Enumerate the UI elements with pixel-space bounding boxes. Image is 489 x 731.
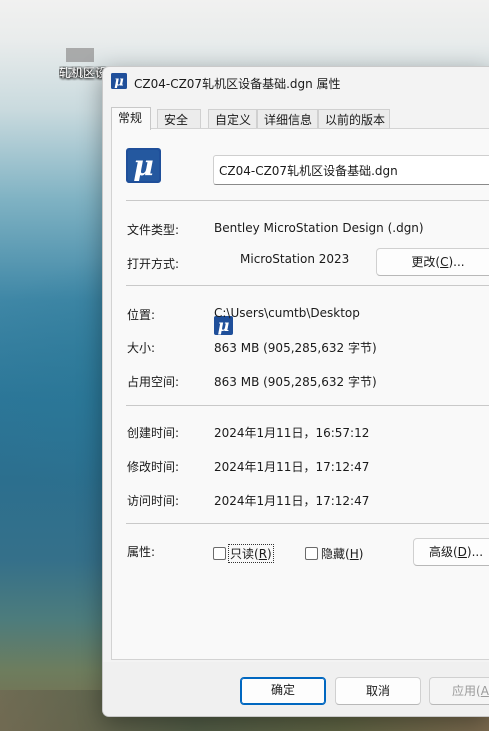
hidden-checkbox-box[interactable] — [305, 547, 318, 560]
properties-dialog: μ CZ04-CZ07轧机区设备基础.dgn 属性 常规 安全 自定义 详细信息… — [102, 66, 489, 717]
tab-previous-versions[interactable]: 以前的版本 — [318, 109, 390, 129]
location-label: 位置: — [127, 308, 156, 322]
created-label: 创建时间: — [127, 426, 180, 440]
window-title: CZ04-CZ07轧机区设备基础.dgn 属性 — [134, 77, 341, 91]
change-button[interactable]: 更改(C)... — [376, 248, 489, 276]
size-on-disk-label: 占用空间: — [127, 375, 180, 389]
size-value: 863 MB (905,285,632 字节) — [214, 341, 377, 355]
readonly-checkbox-box[interactable] — [213, 547, 226, 560]
created-value: 2024年1月11日，16:57:12 — [214, 426, 370, 440]
microstation-file-icon: μ — [126, 148, 161, 183]
title-bar[interactable]: μ CZ04-CZ07轧机区设备基础.dgn 属性 — [103, 67, 489, 97]
tab-security[interactable]: 安全 — [157, 109, 201, 129]
file-name-field[interactable] — [213, 155, 489, 185]
separator — [126, 285, 489, 286]
tab-details[interactable]: 详细信息 — [257, 109, 318, 129]
general-tab-panel: μ 文件类型: Bentley MicroStation Design (.dg… — [111, 128, 489, 660]
accessed-value: 2024年1月11日，17:12:47 — [214, 494, 370, 508]
tab-strip: 常规 安全 自定义 详细信息 以前的版本 — [111, 107, 489, 130]
modified-label: 修改时间: — [127, 460, 180, 474]
hidden-checkbox[interactable]: 隐藏(H) — [305, 545, 363, 562]
readonly-checkbox-label: 只读(R) — [228, 544, 274, 563]
advanced-button[interactable]: 高级(D)... — [413, 538, 489, 566]
dialog-footer: 确定 取消 应用(A) — [103, 662, 489, 716]
readonly-checkbox[interactable]: 只读(R) — [213, 544, 274, 563]
ok-button[interactable]: 确定 — [240, 677, 326, 705]
accessed-label: 访问时间: — [127, 494, 180, 508]
size-label: 大小: — [127, 341, 156, 355]
svg-text:μ: μ — [133, 149, 154, 182]
size-on-disk-value: 863 MB (905,285,632 字节) — [214, 375, 377, 389]
separator — [126, 200, 489, 201]
hidden-checkbox-label: 隐藏(H) — [321, 547, 364, 561]
attributes-label: 属性: — [127, 545, 156, 559]
cancel-button[interactable]: 取消 — [335, 677, 421, 705]
file-type-label: 文件类型: — [127, 223, 180, 237]
opens-with-value: MicroStation 2023 — [240, 252, 350, 266]
opens-with-label: 打开方式: — [127, 257, 180, 271]
svg-text:μ: μ — [114, 75, 124, 90]
location-value: C:\Users\cumtb\Desktop — [214, 306, 360, 320]
microstation-icon: μ — [111, 73, 127, 89]
separator — [126, 405, 489, 406]
apply-button[interactable]: 应用(A) — [429, 677, 489, 705]
modified-value: 2024年1月11日，17:12:47 — [214, 460, 370, 474]
file-thumbnail-icon — [66, 48, 94, 62]
tab-custom[interactable]: 自定义 — [208, 109, 257, 129]
separator — [126, 523, 489, 524]
desktop-file-icon[interactable]: CZ04-CZ07 轧机区设备基础 — [44, 46, 119, 80]
tab-general[interactable]: 常规 — [111, 107, 151, 130]
file-type-value: Bentley MicroStation Design (.dgn) — [214, 221, 424, 235]
